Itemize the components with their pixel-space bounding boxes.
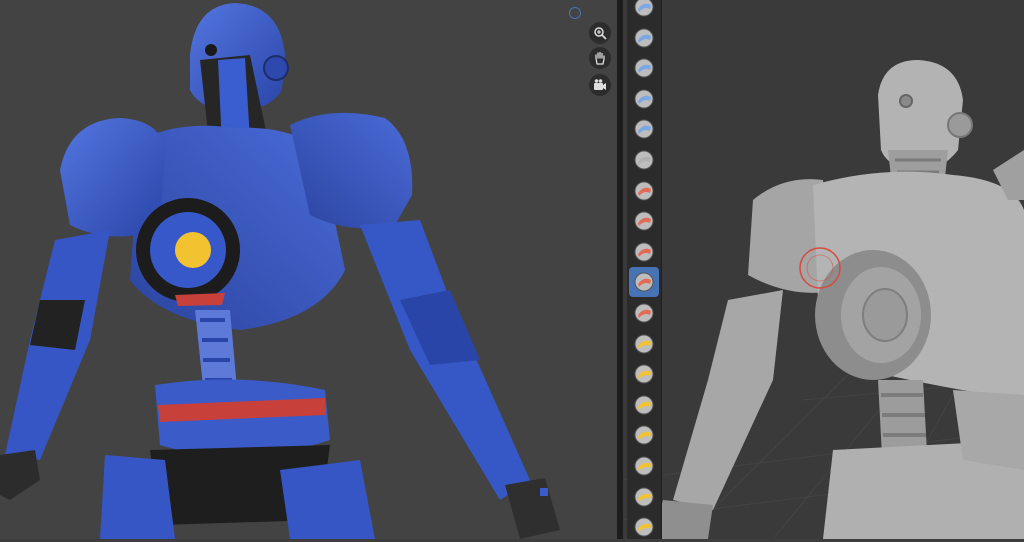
layer-brush-icon[interactable] <box>629 145 659 175</box>
camera-icon[interactable] <box>589 74 611 96</box>
sculpt-brush-toolbar <box>627 0 662 539</box>
hand-icon[interactable] <box>589 47 611 69</box>
flatten-brush-icon[interactable] <box>629 298 659 328</box>
robot-sculpt-view <box>623 60 1024 539</box>
clay-thumb-brush-icon[interactable] <box>629 114 659 144</box>
elastic-deform-brush-icon[interactable] <box>629 482 659 512</box>
viewport-rendered[interactable] <box>0 0 617 539</box>
blob-brush-icon[interactable] <box>629 206 659 236</box>
fill-brush-icon[interactable] <box>629 329 659 359</box>
grab-brush-icon[interactable] <box>629 451 659 481</box>
clay-brush-icon[interactable] <box>629 53 659 83</box>
viewport-sculpt[interactable] <box>623 0 1024 539</box>
snake-hook-brush-icon[interactable] <box>629 512 659 542</box>
crease-brush-icon[interactable] <box>629 237 659 267</box>
orientation-gizmo[interactable] <box>569 7 581 19</box>
smooth-brush-icon[interactable] <box>629 267 659 298</box>
zoom-icon[interactable] <box>589 22 611 44</box>
clay-strips-brush-icon[interactable] <box>629 84 659 114</box>
draw-sharp-brush-icon[interactable] <box>629 23 659 53</box>
draw-brush-icon[interactable] <box>629 0 659 22</box>
scrape-brush-icon[interactable] <box>629 359 659 389</box>
blender-window <box>0 0 1024 539</box>
pinch-brush-icon[interactable] <box>629 420 659 450</box>
inflate-brush-icon[interactable] <box>629 176 659 206</box>
robot-render-view <box>0 3 560 539</box>
multiplane-scrape-brush-icon[interactable] <box>629 390 659 420</box>
